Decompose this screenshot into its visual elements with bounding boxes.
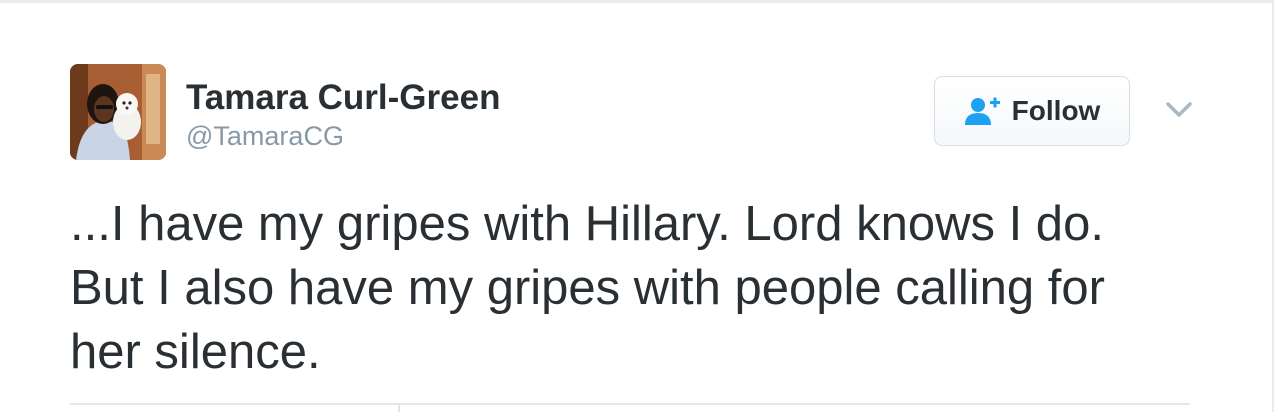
- tweet-author[interactable]: Tamara Curl-Green @TamaraCG: [186, 78, 500, 153]
- tweet-card: Tamara Curl-Green @TamaraCG Follow ...I …: [0, 0, 1274, 412]
- tweet-text-line: her silence.: [70, 325, 321, 379]
- bottom-divider: [70, 403, 1190, 405]
- top-divider: [0, 0, 1274, 3]
- author-handle[interactable]: @TamaraCG: [186, 119, 500, 153]
- tweet-text-line: But I also have my gripes with people ca…: [70, 261, 1105, 315]
- follow-button[interactable]: Follow: [934, 76, 1130, 146]
- avatar[interactable]: [70, 64, 166, 160]
- chevron-down-icon[interactable]: [1164, 98, 1194, 122]
- follow-person-icon: [964, 96, 1002, 126]
- follow-button-label: Follow: [1011, 95, 1101, 126]
- stats-separator: [398, 403, 400, 412]
- tweet-text-line: ...I have my gripes with Hillary. Lord k…: [70, 197, 1104, 251]
- profile-photo: [70, 64, 166, 160]
- author-display-name[interactable]: Tamara Curl-Green: [186, 78, 500, 118]
- tweet-text: ...I have my gripes with Hillary. Lord k…: [70, 192, 1210, 384]
